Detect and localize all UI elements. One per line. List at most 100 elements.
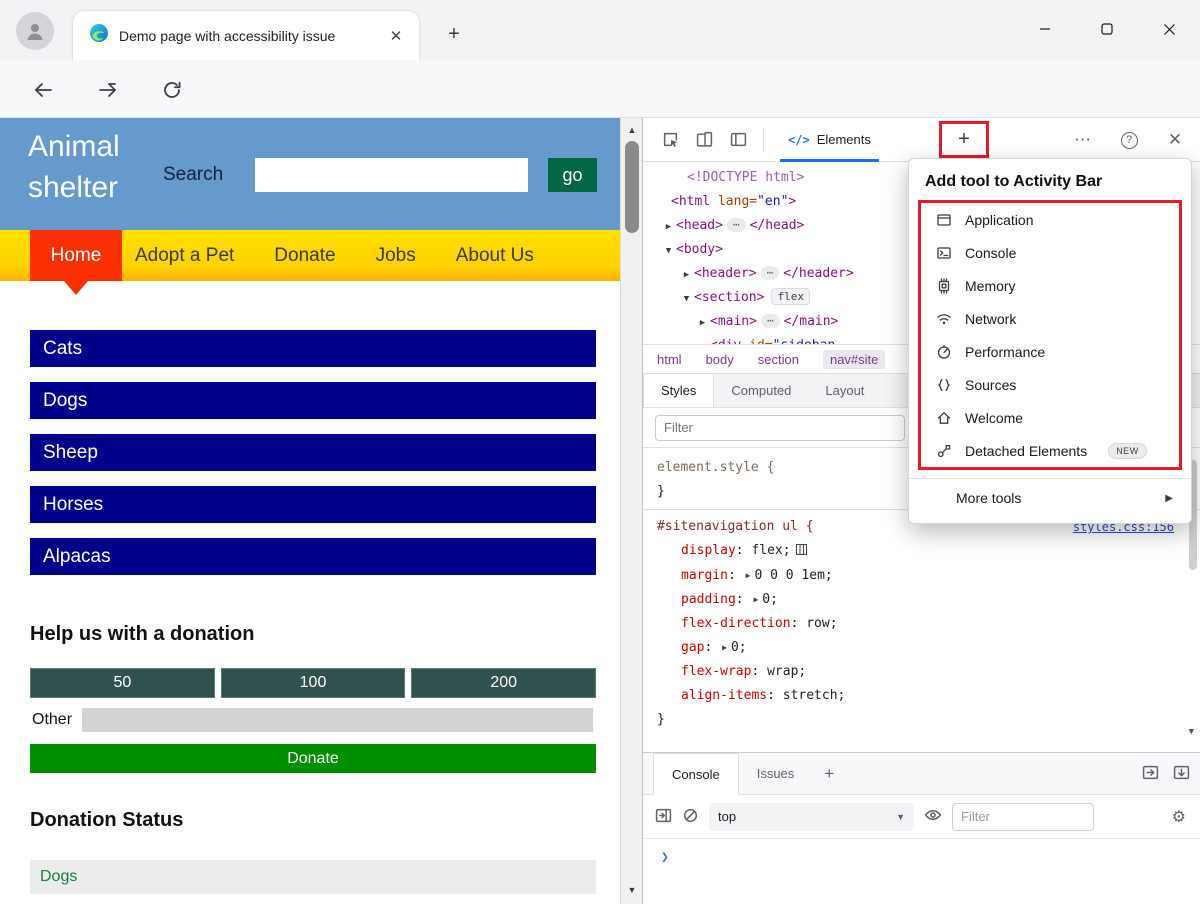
tab-issues[interactable]: Issues (739, 753, 813, 794)
sources-icon (938, 378, 950, 391)
nav-item-adopt-a-pet[interactable]: Adopt a Pet (122, 230, 247, 281)
devtools-help-button[interactable]: ? (1112, 123, 1146, 157)
clear-console-button[interactable] (682, 807, 699, 827)
scroll-up-icon[interactable]: ▲ (621, 120, 643, 140)
menu-item-network[interactable]: Network (921, 302, 1179, 335)
nav-item-jobs[interactable]: Jobs (363, 230, 429, 281)
css-property-display[interactable]: display: flex; (657, 539, 1200, 564)
javascript-context-dropdown[interactable]: top ▼ (709, 802, 914, 831)
console-filter-input[interactable] (952, 802, 1094, 831)
list-item-dogs[interactable]: Dogs (30, 382, 596, 419)
list-item-sheep[interactable]: Sheep (30, 434, 596, 471)
add-drawer-tab-button[interactable]: + (812, 753, 846, 794)
styles-scroll-down-icon[interactable]: ▼ (1189, 720, 1194, 744)
collapse-drawer-button[interactable] (1173, 764, 1190, 784)
css-property-flex-direction[interactable]: flex-direction: row; (657, 612, 1200, 636)
browser-tab[interactable]: Demo page with accessibility issue ✕ (72, 10, 420, 60)
css-property-align-items[interactable]: align-items: stretch; (657, 684, 1200, 708)
list-item-cats[interactable]: Cats (30, 330, 596, 367)
twisty-collapsed-icon[interactable]: ▶ (695, 311, 710, 335)
breadcrumb-section[interactable]: section (758, 352, 799, 367)
styles-filter-input[interactable] (655, 414, 905, 441)
forward-button[interactable] (91, 75, 125, 105)
tab-styles[interactable]: Styles (643, 374, 715, 407)
profile-avatar[interactable] (16, 12, 54, 50)
menu-item-welcome[interactable]: Welcome (921, 401, 1179, 434)
add-tool-menu-list-highlight: Application Console Memory Network Perfo… (918, 200, 1182, 470)
search-go-button[interactable]: go (548, 158, 597, 192)
css-property-flex-wrap[interactable]: flex-wrap: wrap; (657, 660, 1200, 684)
expand-value-icon[interactable]: ▶ (746, 571, 751, 580)
devtools-close-button[interactable]: ✕ (1158, 123, 1192, 157)
search-input[interactable] (255, 158, 528, 192)
memory-icon (938, 277, 950, 294)
css-selector[interactable]: #sitenavigation ul { (657, 515, 814, 539)
collapsed-content-icon[interactable]: ⋯ (760, 266, 780, 280)
amount-50-button[interactable]: 50 (30, 668, 215, 698)
list-item-alpacas[interactable]: Alpacas (30, 538, 596, 575)
dock-drawer-button[interactable] (1142, 764, 1159, 784)
menu-item-console[interactable]: Console (921, 236, 1179, 269)
welcome-icon (937, 411, 951, 424)
flex-badge[interactable]: flex (771, 288, 810, 305)
nav-item-about-us[interactable]: About Us (443, 230, 547, 281)
tab-elements[interactable]: </> Elements (772, 118, 887, 162)
activity-bar-layout-button[interactable] (721, 123, 755, 157)
breadcrumb-nav[interactable]: nav#site (822, 349, 886, 369)
devtools-more-options-button[interactable]: ⋯ (1066, 123, 1100, 157)
add-tool-button[interactable]: + (958, 128, 970, 151)
minimize-button[interactable] (1014, 6, 1076, 52)
other-amount-input[interactable] (82, 708, 594, 732)
eye-icon (924, 809, 942, 821)
tab-layout[interactable]: Layout (808, 374, 881, 407)
scrollbar-thumb[interactable] (625, 141, 639, 233)
live-expression-button[interactable] (924, 806, 942, 827)
css-property-margin[interactable]: margin: ▶ 0 0 0 1em; (657, 564, 1200, 588)
close-window-button[interactable] (1138, 6, 1200, 52)
console-settings-button[interactable]: ⚙ (1172, 807, 1186, 827)
menu-item-memory[interactable]: Memory (921, 269, 1179, 302)
console-sidebar-button[interactable] (655, 807, 672, 827)
expand-value-icon[interactable]: ▶ (722, 643, 727, 652)
inspect-element-button[interactable] (653, 123, 687, 157)
nav-item-home[interactable]: Home (30, 230, 122, 281)
page-scrollbar[interactable]: ▲ ▼ (620, 118, 642, 904)
device-emulation-button[interactable] (687, 123, 721, 157)
twisty-collapsed-icon[interactable]: ▶ (695, 335, 710, 344)
twisty-expanded-icon[interactable]: ▼ (679, 287, 694, 311)
flexbox-editor-icon[interactable] (795, 540, 807, 564)
css-property-padding[interactable]: padding: ▶ 0; (657, 588, 1200, 612)
tab-close-icon[interactable]: ✕ (385, 25, 407, 47)
back-button[interactable] (26, 75, 60, 105)
refresh-button[interactable] (155, 75, 189, 105)
menu-item-sources[interactable]: Sources (921, 368, 1179, 401)
breadcrumb-body[interactable]: body (706, 352, 734, 367)
twisty-collapsed-icon[interactable]: ▶ (679, 263, 694, 287)
tab-console[interactable]: Console (653, 753, 739, 795)
donate-button[interactable]: Donate (30, 744, 596, 773)
css-property-gap[interactable]: gap: ▶ 0; (657, 636, 1200, 660)
menu-item-performance[interactable]: Performance (921, 335, 1179, 368)
new-tab-button[interactable]: + (438, 18, 470, 50)
twisty-expanded-icon[interactable]: ▼ (661, 239, 676, 263)
console-output[interactable]: ❯ (643, 839, 1200, 865)
tab-computed[interactable]: Computed (714, 374, 808, 407)
new-badge: NEW (1108, 442, 1147, 459)
amount-200-button[interactable]: 200 (411, 668, 597, 698)
breadcrumb-html[interactable]: html (657, 352, 682, 367)
collapsed-content-icon[interactable]: ⋯ (726, 218, 746, 232)
menu-item-application[interactable]: Application (921, 203, 1179, 236)
menu-item-detached-elements[interactable]: Detached Elements NEW (921, 434, 1179, 467)
nav-item-donate[interactable]: Donate (261, 230, 348, 281)
amount-100-button[interactable]: 100 (220, 668, 406, 698)
detached-elements-icon (937, 444, 951, 457)
scroll-down-icon[interactable]: ▼ (621, 880, 643, 900)
site-navigation: Home Adopt a Pet Donate Jobs About Us (0, 230, 620, 295)
expand-value-icon[interactable]: ▶ (753, 595, 758, 604)
collapsed-content-icon[interactable]: ⋯ (760, 314, 780, 328)
maximize-button[interactable] (1076, 6, 1138, 52)
list-item-horses[interactable]: Horses (30, 486, 596, 523)
menu-item-more-tools[interactable]: More tools ▶ (909, 479, 1191, 517)
site-title: Animal shelter (28, 130, 120, 204)
twisty-collapsed-icon[interactable]: ▶ (661, 215, 676, 239)
